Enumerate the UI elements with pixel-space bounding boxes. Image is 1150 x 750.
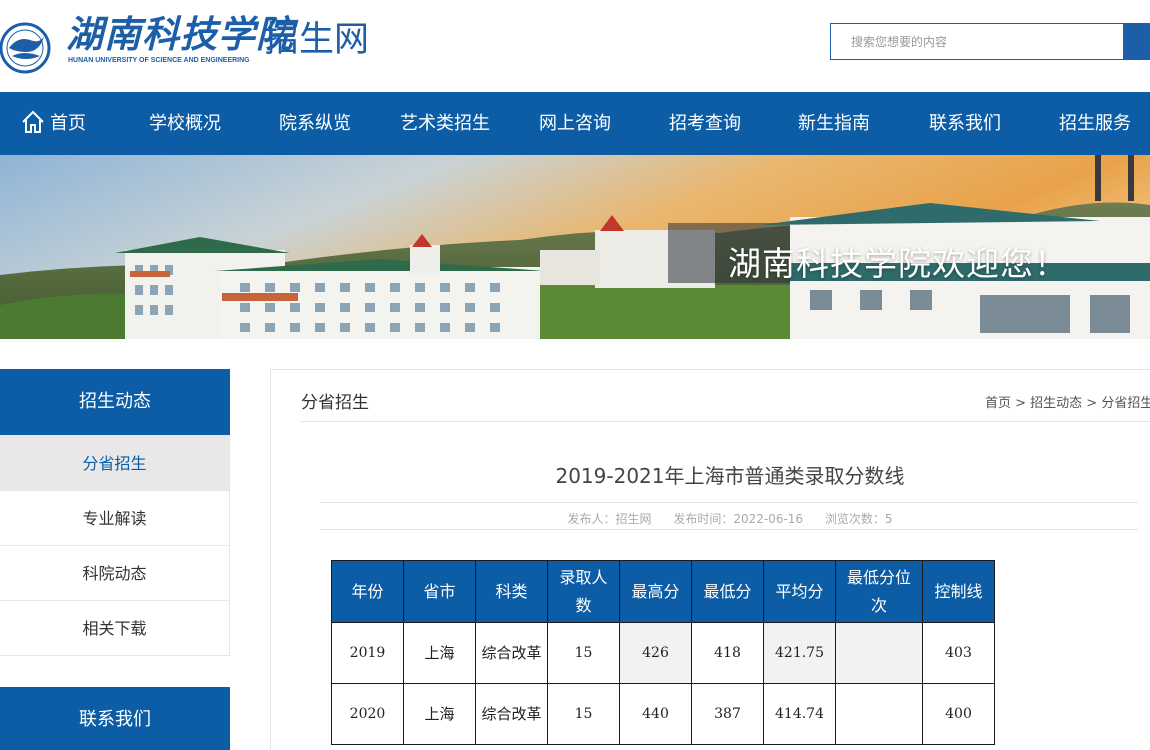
nav-item-about[interactable]: 学校概况 (149, 92, 221, 155)
campus-banner: 湖南科技学院欢迎您！ (0, 155, 1150, 339)
cell-year: 2020 (331, 683, 404, 745)
cell-min-score: 418 (691, 622, 764, 684)
cell-year: 2019 (331, 622, 404, 684)
sidebar-contact-title[interactable]: 联系我们 (0, 687, 230, 750)
col-header-avg-score: 平均分 (763, 560, 836, 623)
article-title: 2019-2021年上海市普通类录取分数线 (555, 464, 905, 488)
meta-divider-top (320, 502, 1138, 503)
col-header-year: 年份 (331, 560, 404, 623)
nav-item-art-admissions[interactable]: 艺术类招生 (400, 92, 490, 155)
home-icon (22, 110, 44, 133)
section-divider (300, 421, 1150, 422)
sidebar-item-province-admissions[interactable]: 分省招生 (0, 435, 229, 490)
cell-province: 上海 (403, 683, 476, 745)
cell-admitted: 15 (547, 683, 620, 745)
nav-item-services[interactable]: 招生服务 (1059, 92, 1131, 155)
score-table: 年份 省市 科类 录取人数 最高分 最低分 平均分 最低分位次 控制线 2019… (331, 560, 995, 745)
col-header-max-score: 最高分 (619, 560, 692, 623)
cell-province: 上海 (403, 622, 476, 684)
nav-item-exam-query[interactable]: 招考查询 (669, 92, 741, 155)
col-header-min-score: 最低分 (691, 560, 764, 623)
meta-views: 浏览次数：5 (824, 512, 893, 526)
meta-divider-bottom (320, 529, 1138, 530)
site-name[interactable]: 招生网 (264, 18, 369, 62)
sidebar-menu: 分省招生 专业解读 科院动态 相关下载 (0, 435, 230, 656)
nav-label-home: 首页 (50, 113, 86, 134)
sidebar-title: 招生动态 (0, 369, 230, 435)
table-row: 2019 上海 综合改革 15 426 418 421.75 403 (331, 622, 995, 684)
main-nav: 首页 学校概况 院系纵览 艺术类招生 网上咨询 招考查询 新生指南 联系我们 招… (0, 92, 1150, 155)
cell-min-rank (835, 622, 923, 684)
cell-avg-score: 421.75 (763, 622, 836, 684)
col-header-min-rank: 最低分位次 (835, 560, 923, 623)
search-input[interactable] (831, 24, 1123, 59)
search-box (830, 23, 1124, 60)
breadcrumb[interactable]: 首页 > 招生动态 > 分省招生 (985, 392, 1150, 411)
sidebar-item-college-news[interactable]: 科院动态 (0, 545, 229, 600)
meta-publisher: 发布人：招生网 (567, 512, 652, 526)
article-meta: 发布人：招生网 发布时间：2022-06-16 浏览次数：5 (320, 510, 1140, 527)
header: 湖南科技学院 HUNAN UNIVERSITY OF SCIENCE AND E… (0, 0, 1150, 92)
table-row: 2020 上海 综合改革 15 440 387 414.74 400 (331, 683, 995, 745)
cell-avg-score: 414.74 (763, 683, 836, 745)
cell-min-rank (835, 683, 923, 745)
cell-max-score: 426 (619, 622, 692, 684)
cell-min-score: 387 (691, 683, 764, 745)
nav-item-freshman-guide[interactable]: 新生指南 (798, 92, 870, 155)
cell-category: 综合改革 (475, 683, 548, 745)
cell-category: 综合改革 (475, 622, 548, 684)
col-header-category: 科类 (475, 560, 548, 623)
school-emblem-icon[interactable] (0, 8, 54, 74)
meta-publish-time: 发布时间：2022-06-16 (673, 512, 804, 526)
logo-english-name: HUNAN UNIVERSITY OF SCIENCE AND ENGINEER… (68, 57, 250, 64)
cell-admitted: 15 (547, 622, 620, 684)
nav-item-contact[interactable]: 联系我们 (929, 92, 1001, 155)
nav-item-online-consult[interactable]: 网上咨询 (539, 92, 611, 155)
logo-chinese-name[interactable]: 湖南科技学院 (66, 12, 294, 56)
banner-welcome-text: 湖南科技学院欢迎您！ (728, 244, 1068, 283)
nav-item-home[interactable]: 首页 (20, 92, 86, 155)
cell-control-line: 403 (922, 622, 995, 684)
section-title: 分省招生 (301, 393, 369, 413)
table-header-row: 年份 省市 科类 录取人数 最高分 最低分 平均分 最低分位次 控制线 (331, 560, 995, 623)
cell-max-score: 440 (619, 683, 692, 745)
col-header-control-line: 控制线 (922, 560, 995, 623)
sidebar-item-major-guide[interactable]: 专业解读 (0, 490, 229, 545)
col-header-province: 省市 (403, 560, 476, 623)
sidebar-item-downloads[interactable]: 相关下载 (0, 600, 229, 655)
col-header-admitted: 录取人数 (547, 560, 620, 623)
nav-item-departments[interactable]: 院系纵览 (279, 92, 351, 155)
cell-control-line: 400 (922, 683, 995, 745)
search-button[interactable] (1124, 23, 1150, 60)
